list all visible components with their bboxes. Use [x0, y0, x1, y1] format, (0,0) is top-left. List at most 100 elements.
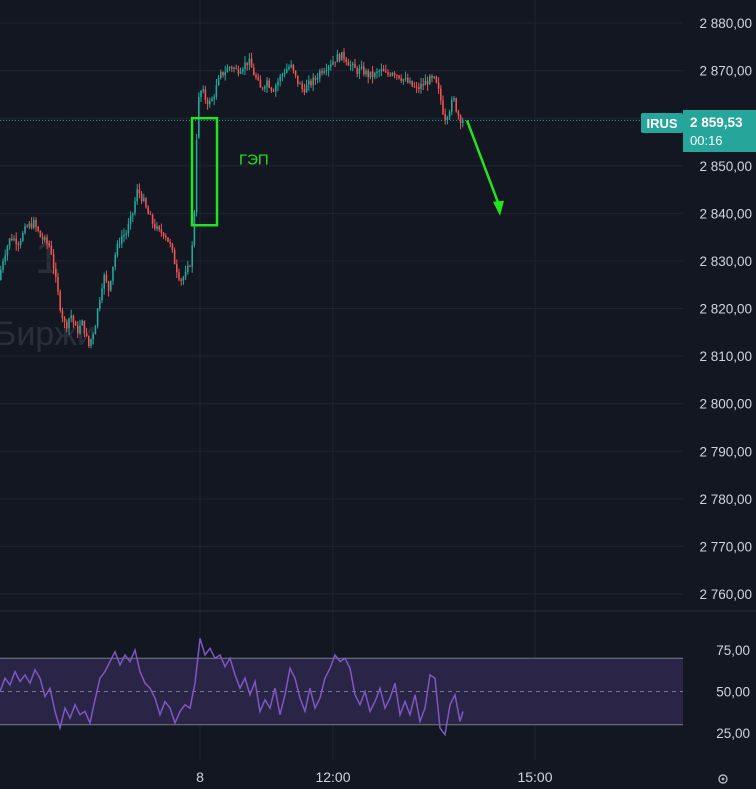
candle-body — [349, 65, 352, 67]
candle-body — [297, 75, 299, 84]
candle-body — [213, 96, 215, 99]
candle-body — [30, 223, 33, 228]
price-tick-label: 2 850,00 — [699, 159, 752, 174]
candle-body — [347, 62, 350, 66]
candle-body — [341, 52, 343, 61]
rsi-axis[interactable]: 75,00 50,00 25,00 — [716, 643, 750, 741]
candle-body — [451, 99, 453, 112]
candle-body — [160, 229, 163, 234]
candle-body — [193, 212, 196, 246]
candle-body — [402, 79, 405, 81]
candle-body — [338, 54, 341, 61]
candle-body — [330, 64, 332, 67]
symbol-tag-text: IRUS — [646, 116, 677, 131]
rsi-tick-label: 50,00 — [716, 685, 750, 700]
candle-body — [363, 66, 365, 75]
candle-body — [378, 71, 380, 72]
candle-body — [222, 71, 224, 76]
candle-body — [292, 64, 295, 71]
candle-body — [85, 333, 88, 336]
candle-body — [88, 335, 90, 346]
candle-body — [220, 71, 222, 78]
candle-body — [264, 86, 266, 89]
candle-body — [92, 334, 94, 340]
candle-body — [180, 279, 182, 281]
candle-body — [154, 223, 156, 229]
candle-body — [123, 234, 125, 237]
candle-body — [217, 77, 220, 86]
candle-body — [435, 76, 438, 83]
candle-body — [393, 72, 396, 76]
candle-body — [90, 339, 92, 346]
candle-body — [140, 193, 143, 201]
candle-body — [286, 69, 288, 73]
candle-body — [358, 68, 361, 74]
candle-body — [365, 70, 367, 75]
candle-body — [242, 69, 244, 72]
candle-body — [437, 82, 440, 89]
candle-body — [165, 235, 167, 238]
candle-body — [74, 322, 77, 326]
candle-body — [55, 268, 57, 278]
candle-body — [323, 71, 325, 73]
candle-body — [418, 87, 420, 90]
candle-body — [206, 100, 209, 105]
candle-body — [2, 261, 4, 270]
candle-body — [369, 71, 372, 78]
candle-body — [4, 255, 6, 262]
candle-body — [103, 274, 105, 289]
rsi-tick-label: 25,00 — [716, 726, 750, 741]
candle-body — [8, 238, 11, 247]
candle-body — [0, 269, 2, 280]
price-tick-label: 2 870,00 — [699, 64, 752, 79]
candle-body — [24, 226, 26, 233]
candle-body — [151, 214, 154, 224]
candle-body — [118, 243, 121, 245]
candle-body — [332, 61, 334, 65]
candle-body — [215, 85, 218, 97]
candle-body — [228, 67, 231, 68]
candle-body — [360, 66, 363, 69]
candle-body — [19, 240, 22, 246]
candle-body — [448, 111, 451, 118]
candle-body — [440, 88, 442, 101]
candle-body — [189, 266, 191, 267]
candle-body — [261, 87, 264, 89]
candle-body — [11, 238, 13, 241]
candle-body — [429, 75, 431, 85]
current-price-label: 2 859,53 — [690, 115, 743, 130]
price-tick-label: 2 770,00 — [699, 539, 752, 554]
candle-body — [407, 77, 409, 83]
candle-body — [279, 76, 281, 82]
candle-body — [149, 214, 152, 216]
candle-body — [325, 70, 328, 72]
time-label-1500: 15:00 — [517, 769, 552, 785]
candle-body — [79, 325, 81, 334]
candle-body — [35, 219, 37, 227]
candle-body — [202, 89, 204, 92]
candle-body — [415, 86, 418, 88]
candle-body — [319, 71, 321, 79]
candle-body — [398, 75, 400, 79]
candle-body — [211, 98, 213, 102]
candle-body — [283, 72, 286, 75]
candle-body — [70, 315, 72, 319]
candle-body — [270, 87, 273, 91]
candle-body — [50, 245, 53, 255]
candle-body — [303, 89, 306, 93]
candle-body — [145, 198, 147, 208]
candle-body — [431, 75, 433, 78]
candle-body — [191, 245, 193, 267]
candle-body — [28, 223, 31, 227]
candle-body — [281, 74, 284, 77]
candle-body — [138, 189, 141, 194]
candle-body — [404, 77, 407, 80]
candle-body — [114, 254, 116, 267]
candle-body — [110, 280, 112, 291]
candle-body — [162, 233, 165, 236]
candle-body — [237, 68, 240, 74]
candle-body — [444, 114, 446, 121]
candle-body — [132, 212, 134, 216]
price-chart[interactable]: 1 Биржи ГЭП 2 880,002 870,002 850,002 84… — [0, 0, 756, 789]
rsi-band — [0, 658, 683, 725]
